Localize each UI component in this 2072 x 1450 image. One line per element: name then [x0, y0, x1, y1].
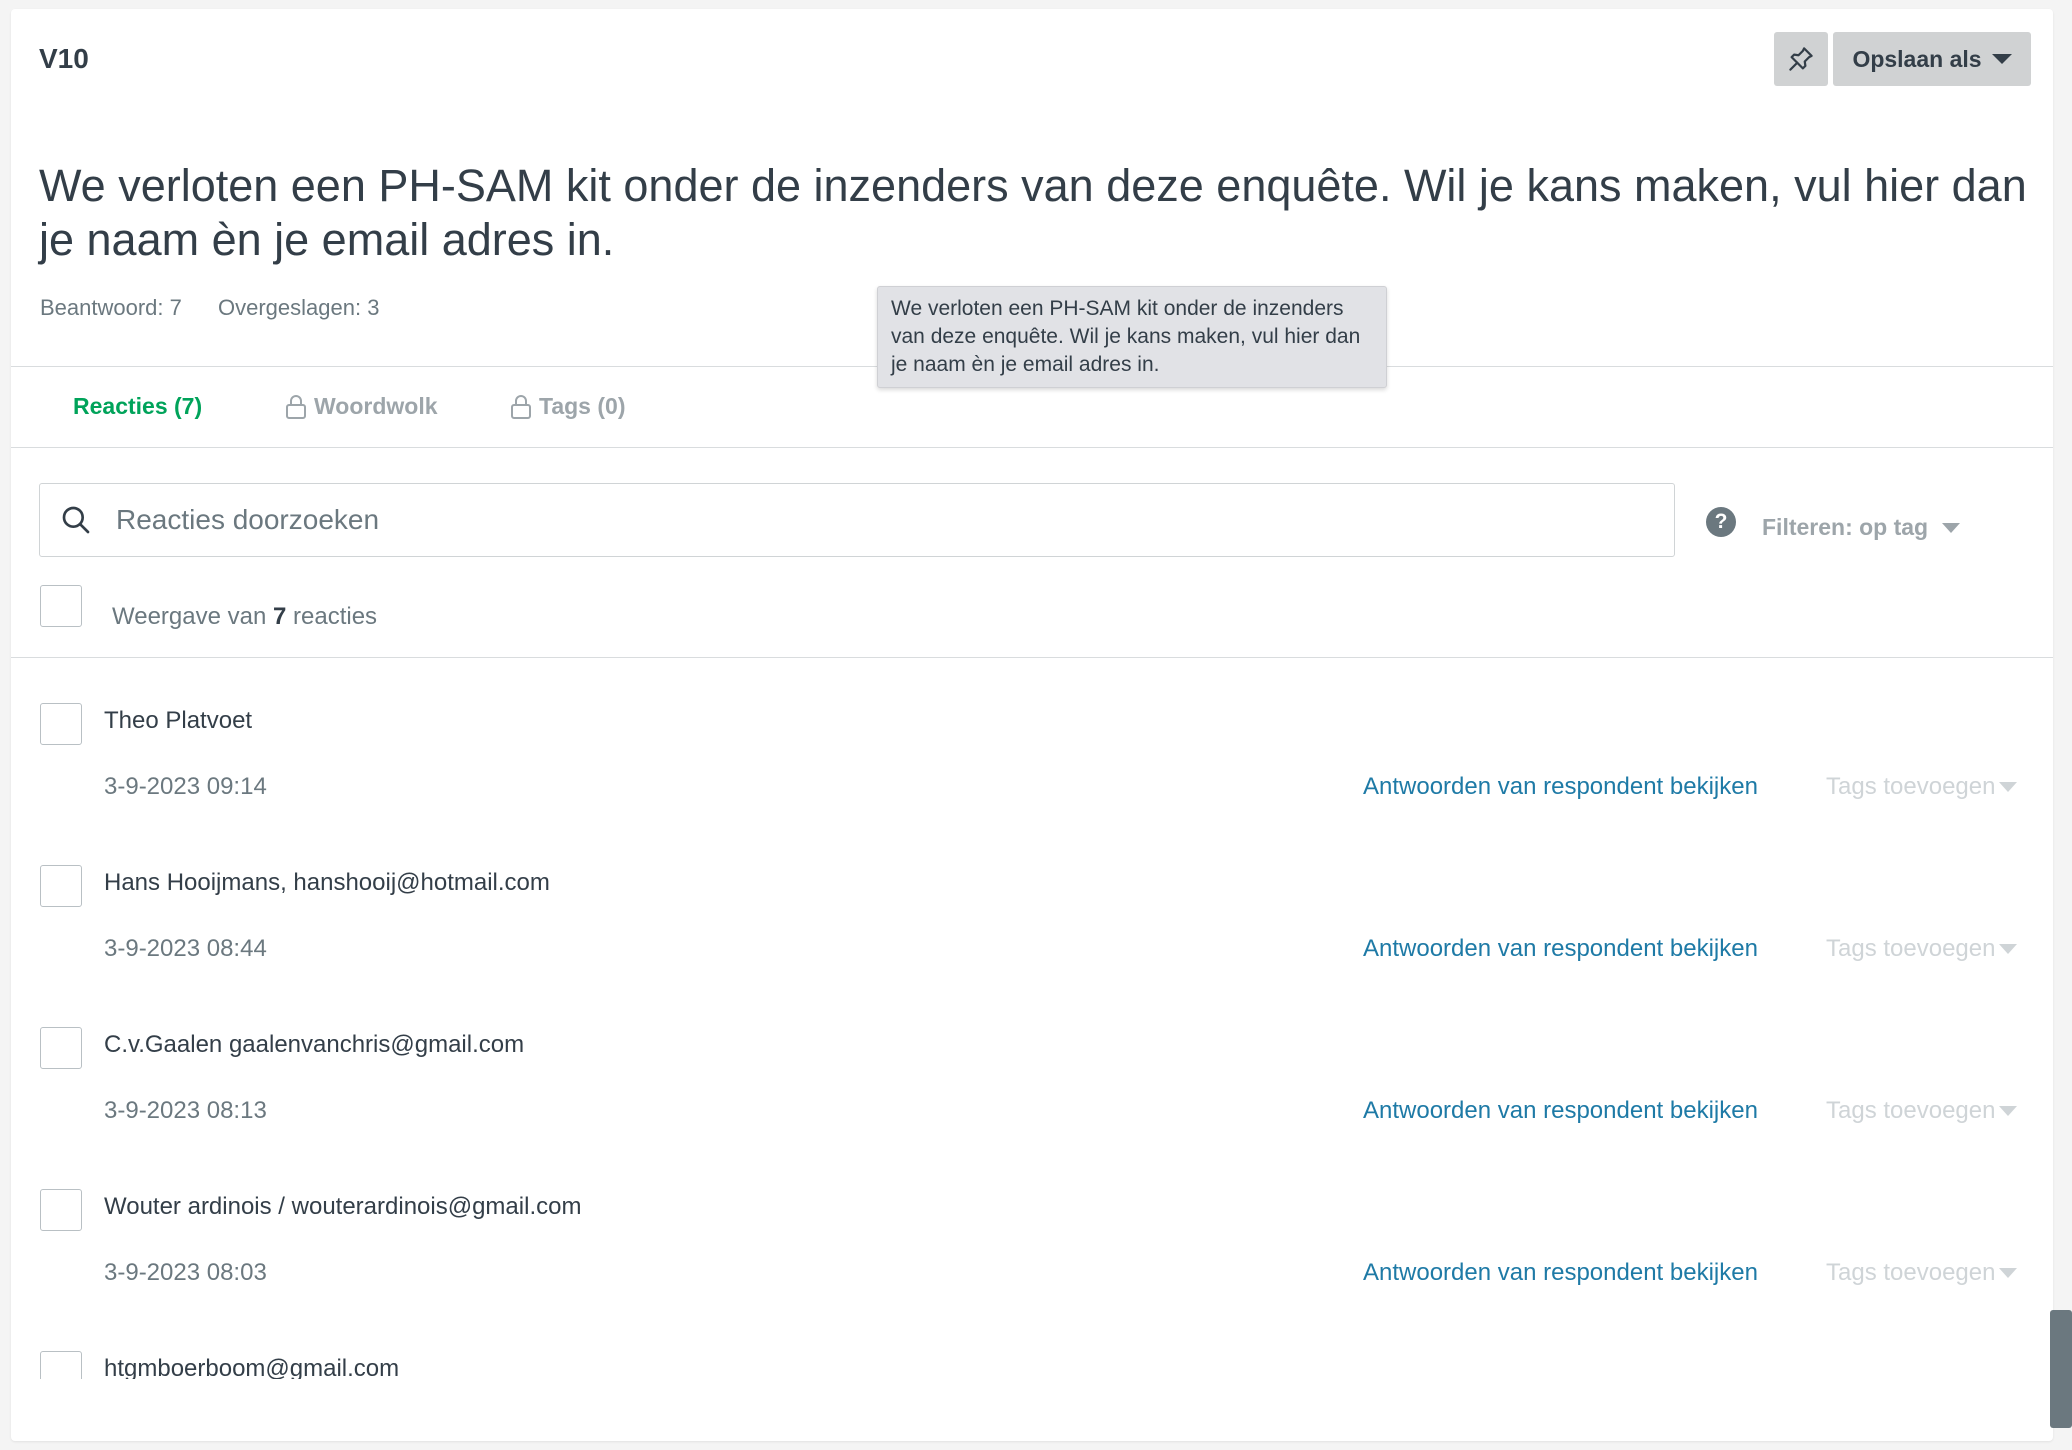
tab-tags-label: Tags (0) [539, 393, 626, 419]
tab-wordcloud-label: Woordwolk [314, 393, 438, 419]
response-date: 3-9-2023 08:03 [104, 1259, 267, 1286]
response-row: C.v.Gaalen gaalenvanchris@gmail.com 3-9-… [11, 991, 2053, 1153]
add-tags-dropdown[interactable]: Tags toevoegen [1826, 1097, 2018, 1125]
response-text: htgmboerboom@gmail.com [104, 1355, 400, 1379]
search-input[interactable] [114, 503, 1614, 537]
question-card: V10 Opslaan als We verloten een PH-SAM k… [11, 9, 2053, 1441]
view-respondent-link[interactable]: Antwoorden van respondent bekijken [1363, 773, 1758, 801]
tab-responses-label: Reacties (7) [73, 393, 203, 419]
help-icon[interactable]: ? [1706, 507, 1736, 537]
add-tags-label: Tags toevoegen [1826, 1097, 1996, 1124]
divider-tabs [11, 447, 2053, 448]
response-row: htgmboerboom@gmail.com [11, 1315, 2053, 1379]
chevron-down-icon [1999, 1106, 2018, 1116]
tab-wordcloud[interactable]: Woordwolk [284, 393, 438, 420]
chevron-down-icon [1999, 1268, 2018, 1278]
scrollbar-thumb[interactable] [2050, 1310, 2072, 1428]
response-date: 3-9-2023 09:14 [104, 773, 267, 800]
question-title: We verloten een PH-SAM kit onder de inze… [39, 160, 2027, 265]
response-text: C.v.Gaalen gaalenvanchris@gmail.com [104, 1031, 525, 1058]
save-as-button[interactable]: Opslaan als [1833, 32, 2031, 86]
response-checkbox[interactable] [40, 703, 82, 745]
filter-label: Filteren: op tag [1762, 514, 1929, 540]
chevron-down-icon [1999, 782, 2018, 792]
question-tooltip: We verloten een PH-SAM kit onder de inze… [877, 286, 1387, 388]
filter-by-tag-dropdown[interactable]: Filteren: op tag [1762, 514, 1961, 541]
view-respondent-link[interactable]: Antwoorden van respondent bekijken [1363, 1097, 1758, 1125]
add-tags-dropdown[interactable]: Tags toevoegen [1826, 773, 2018, 801]
add-tags-label: Tags toevoegen [1826, 773, 1996, 800]
tab-tags[interactable]: Tags (0) [509, 393, 625, 420]
add-tags-dropdown[interactable]: Tags toevoegen [1826, 935, 2018, 963]
summary-suffix: reacties [293, 603, 378, 630]
lock-icon [511, 394, 531, 419]
response-text: Hans Hooijmans, hanshooij@hotmail.com [104, 869, 550, 896]
responses-list: Theo Platvoet 3-9-2023 09:14 Antwoorden … [11, 667, 2053, 1379]
response-date: 3-9-2023 08:44 [104, 935, 267, 962]
pin-icon [1789, 47, 1813, 71]
add-tags-dropdown[interactable]: Tags toevoegen [1826, 1259, 2018, 1287]
response-text: Theo Platvoet [104, 707, 253, 734]
pin-button[interactable] [1774, 32, 1828, 86]
response-checkbox[interactable] [40, 1351, 82, 1379]
summary-count: 7 [272, 603, 287, 630]
question-id: V10 [39, 43, 89, 74]
chevron-down-icon [1999, 944, 2018, 954]
search-box [39, 483, 1675, 557]
question-stats: Beantwoord: 7 Overgeslagen: 3 [40, 295, 409, 321]
save-as-label: Opslaan als [1852, 45, 1982, 72]
response-checkbox[interactable] [40, 1189, 82, 1231]
add-tags-label: Tags toevoegen [1826, 1259, 1996, 1286]
chevron-down-icon [1991, 54, 2012, 64]
response-row: Theo Platvoet 3-9-2023 09:14 Antwoorden … [11, 667, 2053, 829]
answered-count: Beantwoord: 7 [40, 295, 182, 320]
response-checkbox[interactable] [40, 865, 82, 907]
divider-list [11, 657, 2053, 658]
search-icon [62, 506, 90, 534]
responses-summary: Weergave van 7 reacties [112, 603, 377, 631]
view-respondent-link[interactable]: Antwoorden van respondent bekijken [1363, 935, 1758, 963]
chevron-down-icon [1942, 522, 1961, 533]
select-all-checkbox[interactable] [40, 585, 82, 627]
response-row: Wouter ardinois / wouterardinois@gmail.c… [11, 1153, 2053, 1315]
view-respondent-link[interactable]: Antwoorden van respondent bekijken [1363, 1259, 1758, 1287]
summary-prefix: Weergave van [112, 603, 267, 630]
response-date: 3-9-2023 08:13 [104, 1097, 267, 1124]
response-checkbox[interactable] [40, 1027, 82, 1069]
lock-icon [286, 394, 306, 419]
skipped-count: Overgeslagen: 3 [218, 295, 380, 320]
add-tags-label: Tags toevoegen [1826, 935, 1996, 962]
tab-responses[interactable]: Reacties (7) [73, 393, 202, 420]
response-row: Hans Hooijmans, hanshooij@hotmail.com 3-… [11, 829, 2053, 991]
response-text: Wouter ardinois / wouterardinois@gmail.c… [104, 1193, 582, 1220]
